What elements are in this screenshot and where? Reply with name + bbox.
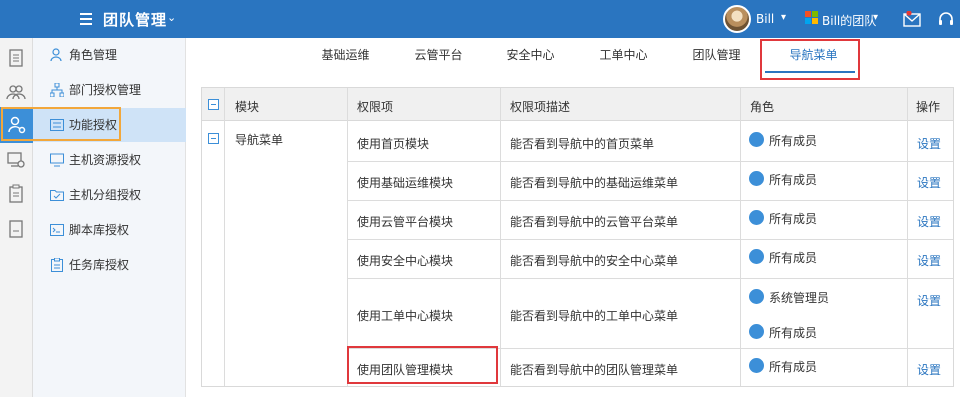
permission-name: 使用首页模块 bbox=[357, 137, 430, 151]
column-header-description: 权限项描述 bbox=[510, 100, 571, 114]
user-role-icon bbox=[749, 171, 764, 186]
permission-description: 能否看到导航中的团队管理菜单 bbox=[510, 363, 679, 377]
role-name: 所有成员 bbox=[769, 134, 818, 148]
script-icon bbox=[50, 224, 64, 236]
sidebar-item-task-library-auth[interactable]: 任务库授权 bbox=[33, 248, 186, 282]
app-title[interactable]: 团队管理 bbox=[103, 9, 167, 30]
settings-link[interactable]: 设置 bbox=[917, 213, 941, 230]
tab-cloud-platform[interactable]: 云管平台 bbox=[411, 38, 466, 72]
tab-basic-ops[interactable]: 基础运维 bbox=[318, 38, 373, 72]
role-name: 所有成员 bbox=[769, 326, 818, 340]
permission-name: 使用团队管理模块 bbox=[357, 363, 454, 377]
permission-table: 模块 权限项 权限项描述 角色 操作 导航菜单 使用首页模块 能否看到导航中的首… bbox=[201, 87, 954, 387]
role-name: 所有成员 bbox=[769, 173, 818, 187]
role-name: 所有成员 bbox=[769, 212, 818, 226]
role-name: 系统管理员 bbox=[769, 291, 830, 305]
user-role-icon bbox=[50, 48, 62, 62]
sidebar-item-function-auth[interactable]: 功能授权 bbox=[33, 108, 186, 142]
avatar[interactable] bbox=[723, 5, 751, 33]
permission-name: 使用安全中心模块 bbox=[357, 254, 454, 268]
permission-description: 能否看到导航中的云管平台菜单 bbox=[510, 215, 679, 229]
settings-link[interactable]: 设置 bbox=[917, 252, 941, 269]
permission-description: 能否看到导航中的首页菜单 bbox=[510, 137, 655, 151]
chevron-down-icon[interactable]: ⌄ bbox=[167, 11, 176, 24]
column-header-role: 角色 bbox=[750, 100, 775, 114]
icon-rail bbox=[0, 38, 33, 397]
book-icon[interactable] bbox=[6, 219, 26, 239]
function-icon bbox=[50, 119, 64, 131]
user-role-icon bbox=[749, 324, 764, 339]
sidebar-item-label: 主机分组授权 bbox=[69, 188, 142, 202]
team-name[interactable]: Bill的团队 bbox=[822, 12, 876, 29]
folder-icon bbox=[50, 190, 64, 201]
mail-icon[interactable] bbox=[903, 11, 921, 27]
user-role-icon bbox=[749, 289, 764, 304]
permission-name: 使用基础运维模块 bbox=[357, 176, 454, 190]
org-chart-icon bbox=[50, 83, 64, 97]
document-icon[interactable] bbox=[6, 48, 26, 68]
sidebar-item-host-group-auth[interactable]: 主机分组授权 bbox=[33, 178, 186, 212]
permission-name: 使用工单中心模块 bbox=[357, 309, 454, 323]
role-name: 所有成员 bbox=[769, 251, 818, 265]
tab-nav-menu[interactable]: 导航菜单 bbox=[771, 38, 856, 72]
user-role-icon bbox=[749, 132, 764, 147]
sidebar-item-label: 角色管理 bbox=[69, 48, 118, 62]
settings-link[interactable]: 设置 bbox=[917, 174, 941, 191]
role-name: 所有成员 bbox=[769, 360, 818, 374]
sidebar-item-label: 功能授权 bbox=[69, 118, 118, 132]
chevron-down-icon[interactable]: ▾ bbox=[781, 12, 786, 23]
user-role-icon bbox=[749, 358, 764, 373]
permission-description: 能否看到导航中的安全中心菜单 bbox=[510, 254, 679, 268]
user-name[interactable]: Bill bbox=[756, 12, 774, 26]
monitor-settings-icon[interactable] bbox=[6, 150, 26, 170]
sidebar-item-label: 部门授权管理 bbox=[69, 83, 142, 97]
tab-security-center[interactable]: 安全中心 bbox=[503, 38, 558, 72]
sidebar-item-host-resource-auth[interactable]: 主机资源授权 bbox=[33, 143, 186, 177]
column-header-action: 操作 bbox=[916, 100, 941, 114]
permission-description: 能否看到导航中的工单中心菜单 bbox=[510, 309, 679, 323]
sidebar-item-department-auth[interactable]: 部门授权管理 bbox=[33, 73, 186, 107]
sidebar-item-label: 任务库授权 bbox=[69, 258, 130, 272]
menu-icon[interactable] bbox=[80, 9, 94, 29]
module-name: 导航菜单 bbox=[235, 133, 284, 147]
team-logo-icon bbox=[805, 11, 819, 25]
permission-name: 使用云管平台模块 bbox=[357, 215, 454, 229]
settings-link[interactable]: 设置 bbox=[917, 135, 941, 152]
users-icon[interactable] bbox=[6, 82, 26, 102]
column-header-module: 模块 bbox=[235, 100, 260, 114]
settings-link[interactable]: 设置 bbox=[917, 292, 941, 309]
headset-icon[interactable] bbox=[937, 11, 955, 27]
chevron-down-icon[interactable]: ▾ bbox=[873, 12, 878, 23]
collapse-group-checkbox[interactable] bbox=[208, 133, 219, 144]
top-bar: 团队管理 ⌄ Bill ▾ Bill的团队 ▾ bbox=[0, 0, 960, 38]
clipboard-icon[interactable] bbox=[6, 184, 26, 204]
sidebar-item-label: 脚本库授权 bbox=[69, 223, 130, 237]
user-settings-icon[interactable] bbox=[0, 107, 33, 143]
task-icon bbox=[51, 258, 63, 272]
collapse-all-checkbox[interactable] bbox=[208, 99, 219, 110]
monitor-icon bbox=[50, 153, 64, 167]
user-role-icon bbox=[749, 249, 764, 264]
user-role-icon bbox=[749, 210, 764, 225]
permission-description: 能否看到导航中的基础运维菜单 bbox=[510, 176, 679, 190]
sidebar: 角色管理 部门授权管理 功能授权 主机资源授权 主机分组授权 脚本库授权 任务库… bbox=[33, 38, 186, 397]
settings-link[interactable]: 设置 bbox=[917, 361, 941, 378]
tab-team-management[interactable]: 团队管理 bbox=[689, 38, 744, 72]
table-header bbox=[202, 88, 953, 121]
sidebar-item-label: 主机资源授权 bbox=[69, 153, 142, 167]
tab-ticket-center[interactable]: 工单中心 bbox=[596, 38, 651, 72]
active-tab-indicator bbox=[765, 71, 855, 73]
sidebar-item-role-management[interactable]: 角色管理 bbox=[33, 38, 186, 72]
sidebar-item-script-library-auth[interactable]: 脚本库授权 bbox=[33, 213, 186, 247]
column-header-permission: 权限项 bbox=[357, 100, 394, 114]
